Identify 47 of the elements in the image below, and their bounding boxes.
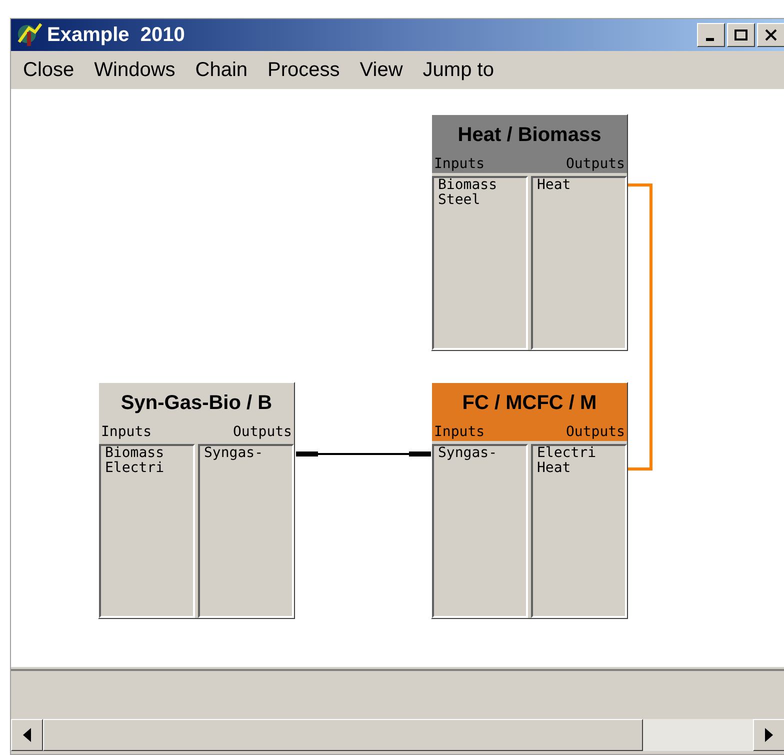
menu-item[interactable]: Jump to [412,55,504,85]
list-item[interactable]: Heat [537,178,621,193]
inputs-list[interactable]: Biomass Steel [432,176,528,350]
scrollbar-thumb[interactable] [43,719,643,751]
menu-item[interactable]: Chain [185,55,258,85]
node-title: Heat / Biomass [456,123,602,148]
outputs-label: Outputs [566,423,625,441]
outputs-list[interactable]: Heat [531,176,627,350]
menu-item[interactable]: Windows [84,55,186,85]
list-item[interactable]: Steel [438,193,522,208]
menu-item[interactable]: Close [13,55,84,85]
list-item[interactable]: Electri [537,446,621,461]
maximize-button[interactable] [727,23,755,47]
maximize-icon [734,29,748,41]
outputs-label: Outputs [566,155,625,173]
minimize-icon [706,38,714,40]
outputs-list[interactable]: Syngas- [198,444,294,618]
close-icon [764,29,778,41]
window-title: Example 2010 [47,23,185,48]
outputs-label: Outputs [232,423,292,441]
scroll-left-button[interactable] [11,719,43,751]
process-node[interactable]: Syn-Gas-Bio / B Inputs Outputs Biomass Electri Syngas- [98,382,295,619]
outputs-list[interactable]: Electri Heat [531,444,627,618]
inputs-label: Inputs [434,423,485,441]
inputs-label: Inputs [101,423,152,441]
node-title: Syn-Gas-Bio / B [120,391,274,416]
list-item[interactable]: Syngas- [204,446,288,461]
inputs-label: Inputs [434,155,485,173]
close-button[interactable] [757,23,784,47]
process-node[interactable]: FC / MCFC / M Inputs Outputs Syngas- Electri Heat [431,382,628,619]
left-arrow-icon [23,728,31,742]
list-item[interactable]: Biomass [105,446,189,461]
menu-item[interactable]: View [350,55,413,85]
list-item[interactable]: Biomass [438,178,522,193]
process-node[interactable]: Heat / Biomass Inputs Outputs Biomass Steel Heat [431,114,628,351]
minimize-button[interactable] [697,23,725,47]
right-arrow-icon [765,728,773,742]
menu-item[interactable]: Process [258,55,350,85]
list-item[interactable]: Electri [105,461,189,476]
inputs-list[interactable]: Syngas- [432,444,528,618]
list-item[interactable]: Syngas- [438,446,522,461]
node-title: FC / MCFC / M [461,391,598,416]
list-item[interactable]: Heat [537,461,621,476]
horizontal-scrollbar[interactable] [11,719,784,751]
inputs-list[interactable]: Biomass Electri [99,444,195,618]
app-logo-icon [15,22,43,48]
scroll-right-button[interactable] [753,719,784,751]
